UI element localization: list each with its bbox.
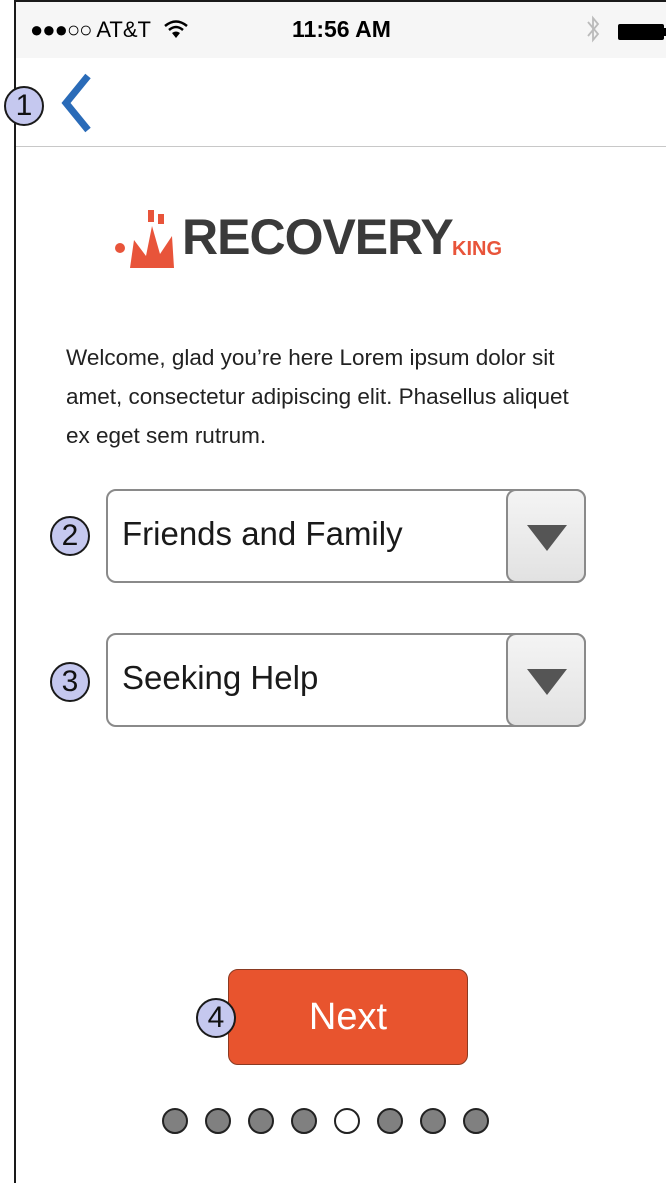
logo-text: RECOVERY xyxy=(182,209,454,265)
bluetooth-icon xyxy=(586,14,600,51)
triangle-down-icon xyxy=(527,669,567,695)
annotation-badge-4: 4 xyxy=(196,998,236,1038)
battery-icon xyxy=(618,24,664,40)
dropdown-value: Friends and Family xyxy=(122,515,403,552)
annotation-badge-3: 3 xyxy=(50,662,90,702)
logo-subtext: KING xyxy=(452,238,502,260)
page-dot[interactable] xyxy=(463,1108,489,1134)
page-dot[interactable] xyxy=(205,1108,231,1134)
relationship-dropdown[interactable]: Friends and Family xyxy=(106,489,586,583)
carrier-info: ●●●○○ AT&T xyxy=(30,17,189,43)
dropdown-toggle[interactable] xyxy=(506,489,586,583)
page-dot[interactable] xyxy=(420,1108,446,1134)
page-dot[interactable] xyxy=(377,1108,403,1134)
clock: 11:56 AM xyxy=(292,16,391,42)
triangle-down-icon xyxy=(527,525,567,551)
page-dot[interactable] xyxy=(162,1108,188,1134)
annotation-badge-2: 2 xyxy=(50,516,90,556)
page-dot[interactable] xyxy=(291,1108,317,1134)
signal-strength-icon: ●●●○○ xyxy=(30,17,92,42)
chevron-left-icon xyxy=(61,73,91,133)
dropdown-value: Seeking Help xyxy=(122,659,319,696)
back-button[interactable] xyxy=(58,68,108,138)
annotation-badge-1: 1 xyxy=(4,86,44,126)
page-dot[interactable] xyxy=(334,1108,360,1134)
nav-bar: 1 xyxy=(4,58,666,147)
purpose-dropdown[interactable]: Seeking Help xyxy=(106,633,586,727)
welcome-text: Welcome, glad you’re here Lorem ipsum do… xyxy=(66,345,569,448)
page-dot[interactable] xyxy=(248,1108,274,1134)
status-bar: ●●●○○ AT&T 11:56 AM xyxy=(16,2,666,58)
recovery-king-logo: RECOVERY KING xyxy=(112,196,532,276)
page-indicator xyxy=(162,1108,489,1138)
carrier-name: AT&T xyxy=(96,17,151,42)
wifi-icon xyxy=(163,20,188,38)
dropdown-toggle[interactable] xyxy=(506,633,586,727)
crown-icon xyxy=(115,210,174,268)
next-button[interactable]: Next xyxy=(228,969,468,1065)
